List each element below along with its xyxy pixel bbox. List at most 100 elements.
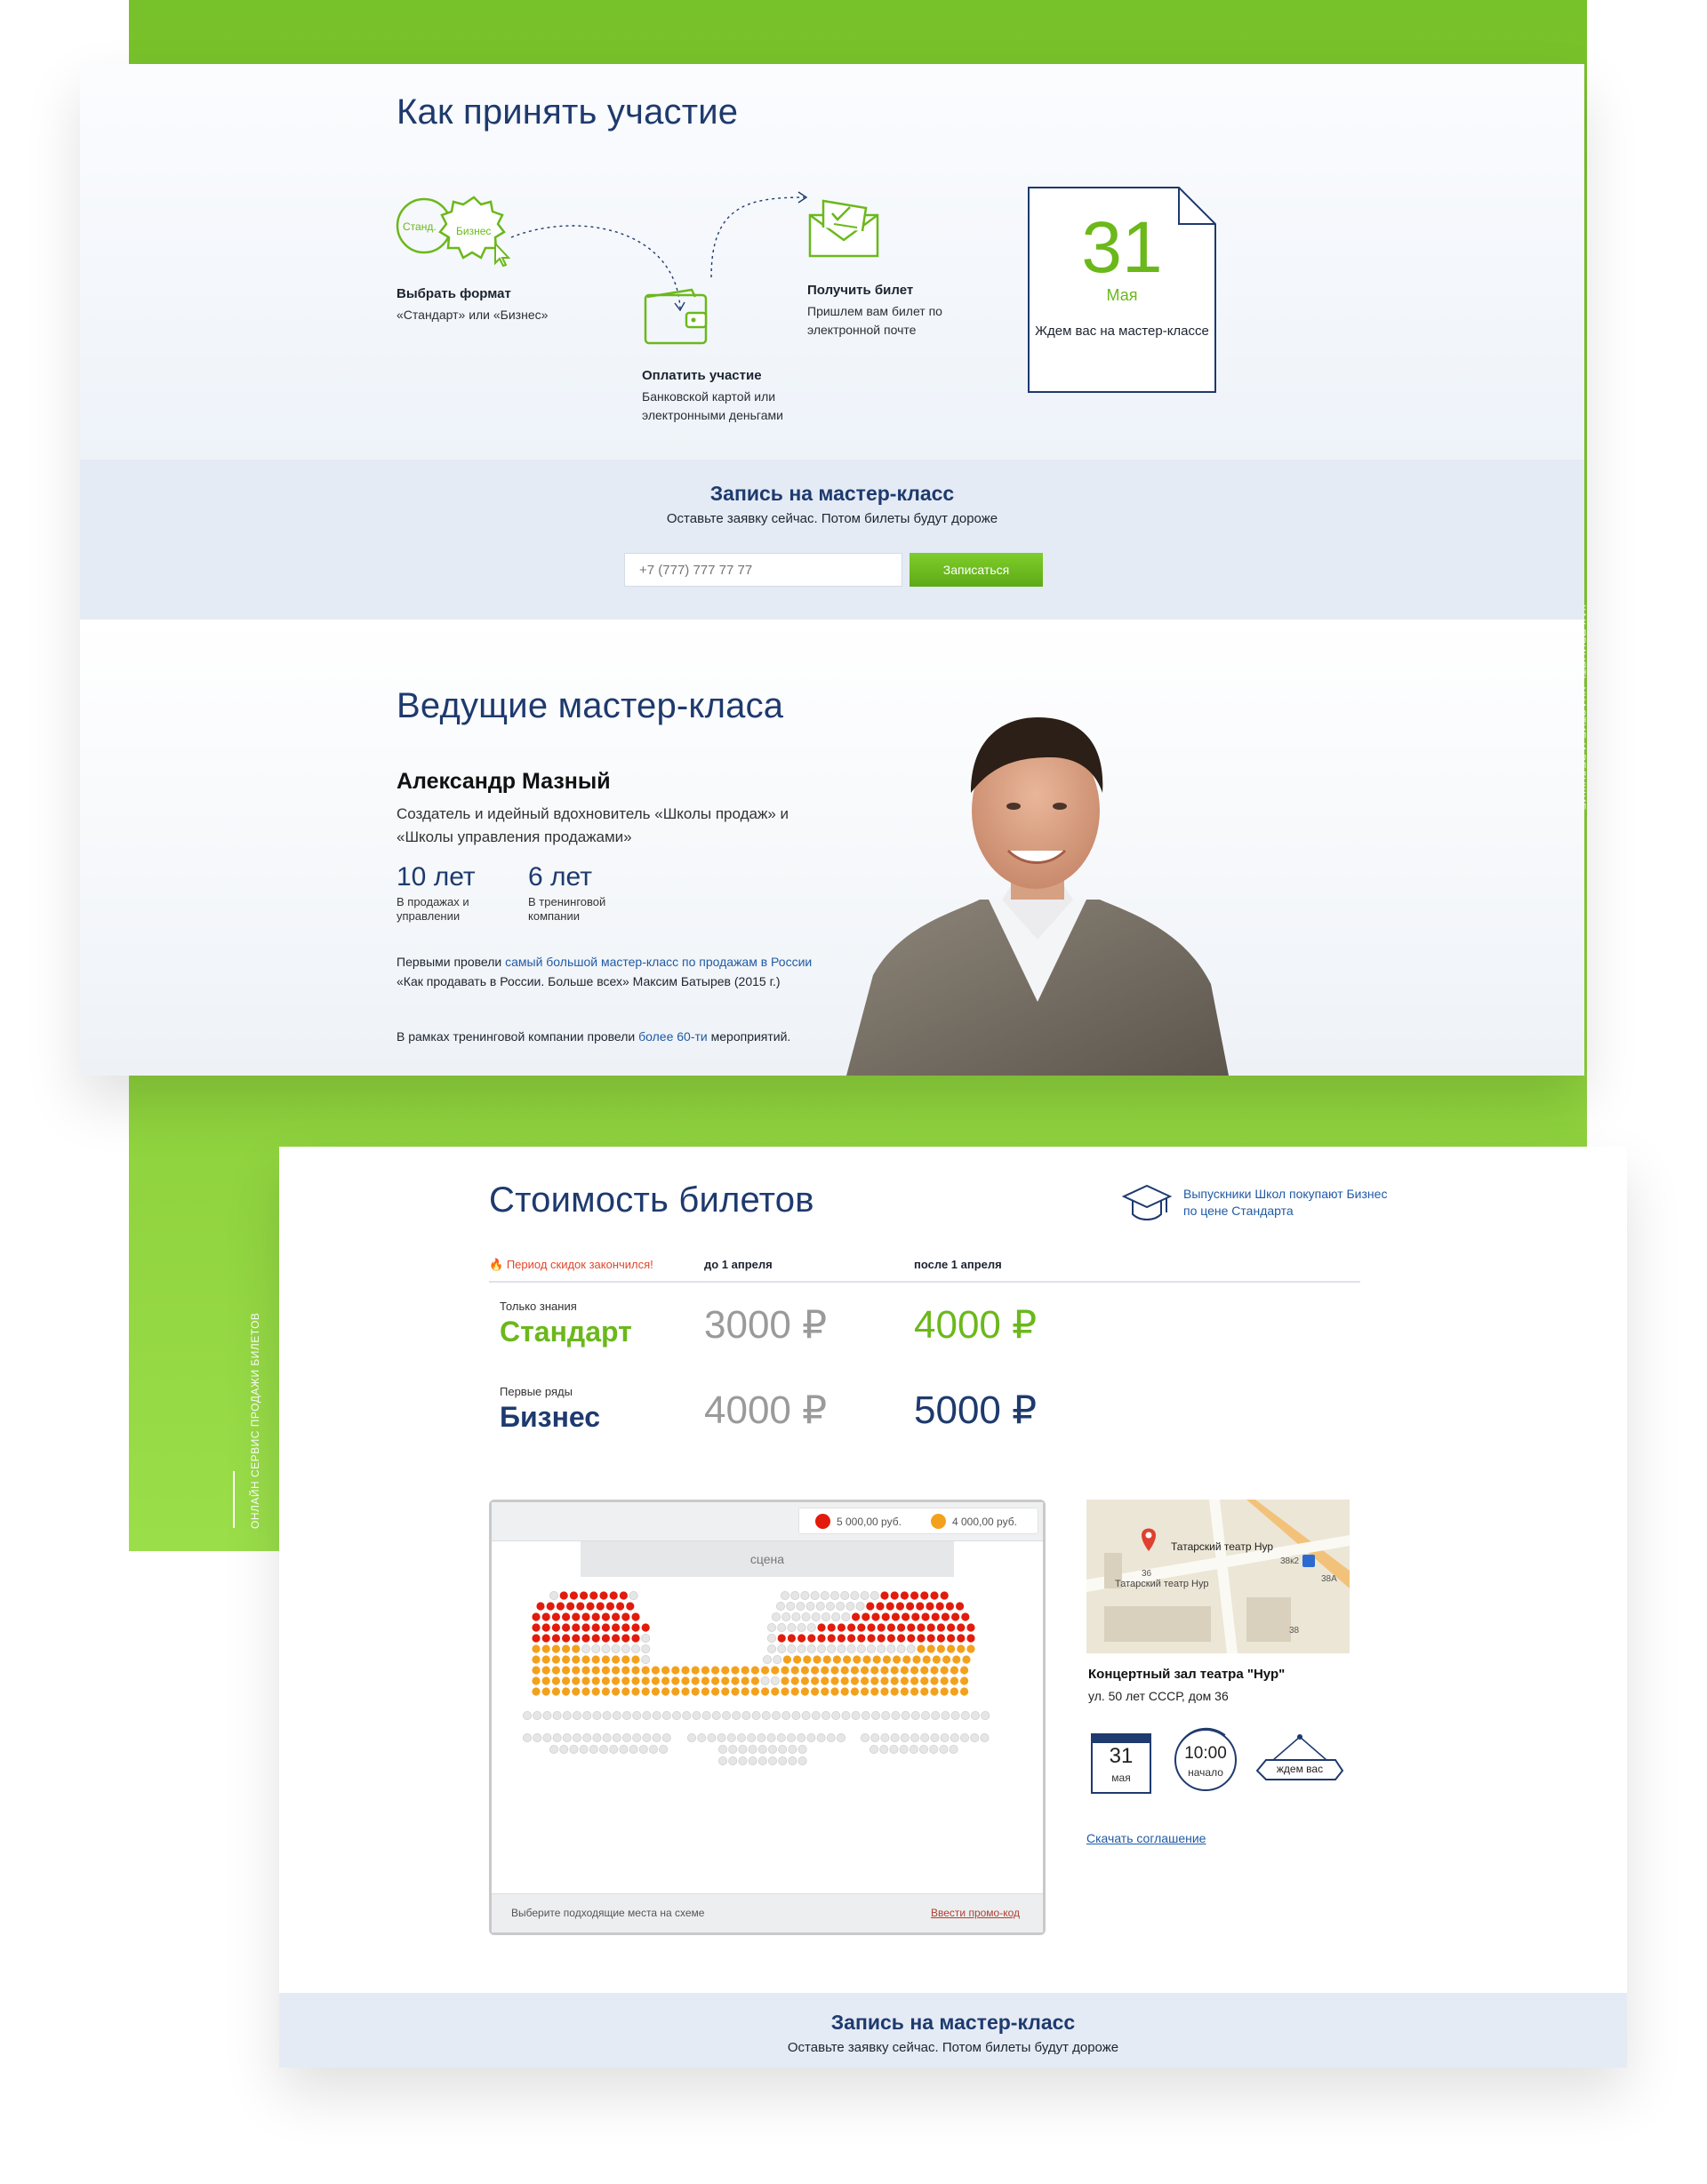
seat[interactable] [632, 1710, 642, 1720]
seat[interactable] [893, 1655, 902, 1664]
seat[interactable] [562, 1644, 571, 1653]
seat[interactable] [947, 1634, 956, 1643]
seat[interactable] [791, 1710, 801, 1720]
seat[interactable] [601, 1655, 610, 1664]
seat[interactable] [601, 1676, 610, 1685]
seat[interactable] [711, 1687, 720, 1696]
seat[interactable] [731, 1676, 740, 1685]
seat[interactable] [781, 1687, 789, 1696]
seat[interactable] [899, 1744, 909, 1754]
download-agreement-link[interactable]: Скачать соглашение [1086, 1831, 1206, 1845]
seat[interactable] [681, 1687, 690, 1696]
seat[interactable] [950, 1710, 960, 1720]
seat[interactable] [947, 1623, 956, 1632]
seat[interactable] [551, 1644, 560, 1653]
seat[interactable] [682, 1710, 692, 1720]
seat[interactable] [926, 1644, 935, 1653]
seat[interactable] [701, 1676, 709, 1685]
seat[interactable] [831, 1710, 841, 1720]
seat[interactable] [817, 1634, 826, 1643]
seat[interactable] [897, 1623, 906, 1632]
seat[interactable] [920, 1732, 930, 1742]
seat[interactable] [900, 1591, 909, 1600]
seat[interactable] [843, 1655, 852, 1664]
seat[interactable] [652, 1732, 661, 1742]
seat[interactable] [572, 1623, 581, 1632]
seat[interactable] [551, 1634, 560, 1643]
seat[interactable] [671, 1676, 680, 1685]
seat[interactable] [767, 1756, 777, 1765]
seat[interactable] [592, 1732, 602, 1742]
seat[interactable] [961, 1612, 970, 1621]
seat[interactable] [837, 1623, 845, 1632]
seat[interactable] [721, 1687, 730, 1696]
seat[interactable] [566, 1602, 575, 1611]
seat[interactable] [612, 1687, 621, 1696]
seat[interactable] [880, 1676, 889, 1685]
seat[interactable] [691, 1687, 700, 1696]
seat[interactable] [900, 1687, 909, 1696]
seat[interactable] [882, 1655, 891, 1664]
seat[interactable] [966, 1623, 975, 1632]
seat[interactable] [815, 1601, 825, 1611]
seat[interactable] [886, 1623, 895, 1632]
seat[interactable] [877, 1634, 886, 1643]
seat[interactable] [638, 1744, 648, 1754]
seat[interactable] [810, 1590, 820, 1600]
seat[interactable] [612, 1634, 621, 1643]
seat[interactable] [981, 1710, 990, 1720]
seat[interactable] [777, 1634, 786, 1643]
seat[interactable] [651, 1666, 660, 1675]
seat[interactable] [736, 1732, 746, 1742]
seat[interactable] [797, 1623, 806, 1633]
seat[interactable] [936, 1634, 945, 1643]
seat[interactable] [621, 1732, 631, 1742]
seat[interactable] [960, 1710, 970, 1720]
seat[interactable] [926, 1634, 935, 1643]
seat[interactable] [881, 1612, 890, 1621]
seat[interactable] [846, 1644, 856, 1654]
seat[interactable] [761, 1666, 770, 1675]
seat[interactable] [601, 1666, 610, 1675]
seat[interactable] [781, 1666, 789, 1675]
seat[interactable] [569, 1591, 578, 1600]
seat[interactable] [619, 1591, 628, 1600]
seat[interactable] [661, 1710, 671, 1720]
seat[interactable] [576, 1602, 585, 1611]
seat[interactable] [862, 1612, 870, 1621]
seat[interactable] [880, 1591, 889, 1600]
seat[interactable] [786, 1601, 796, 1611]
seat[interactable] [559, 1591, 568, 1600]
seat[interactable] [771, 1687, 780, 1696]
seat[interactable] [811, 1666, 820, 1675]
seat[interactable] [940, 1687, 949, 1696]
seat[interactable] [871, 1612, 880, 1621]
seat[interactable] [541, 1634, 550, 1643]
seat[interactable] [876, 1602, 885, 1611]
seat[interactable] [616, 1602, 625, 1611]
seat[interactable] [641, 1655, 651, 1665]
seat[interactable] [857, 1634, 866, 1643]
seat[interactable] [787, 1644, 797, 1654]
seat[interactable] [856, 1644, 866, 1654]
seat[interactable] [541, 1612, 550, 1621]
seat[interactable] [717, 1744, 727, 1754]
seat[interactable] [589, 1744, 598, 1754]
seat[interactable] [766, 1623, 776, 1633]
seat[interactable] [641, 1644, 651, 1654]
seat[interactable] [692, 1710, 701, 1720]
seat[interactable] [631, 1612, 640, 1621]
seat[interactable] [940, 1666, 949, 1675]
seat[interactable] [766, 1634, 776, 1644]
seat[interactable] [599, 1591, 608, 1600]
seat[interactable] [811, 1676, 820, 1685]
seat[interactable] [890, 1666, 899, 1675]
seat[interactable] [877, 1644, 886, 1654]
seat[interactable] [860, 1590, 870, 1600]
seat[interactable] [777, 1644, 787, 1654]
seat[interactable] [831, 1612, 841, 1622]
seat[interactable] [580, 1591, 589, 1600]
seat[interactable] [572, 1687, 581, 1696]
seat[interactable] [797, 1744, 807, 1754]
seat[interactable] [562, 1666, 571, 1675]
